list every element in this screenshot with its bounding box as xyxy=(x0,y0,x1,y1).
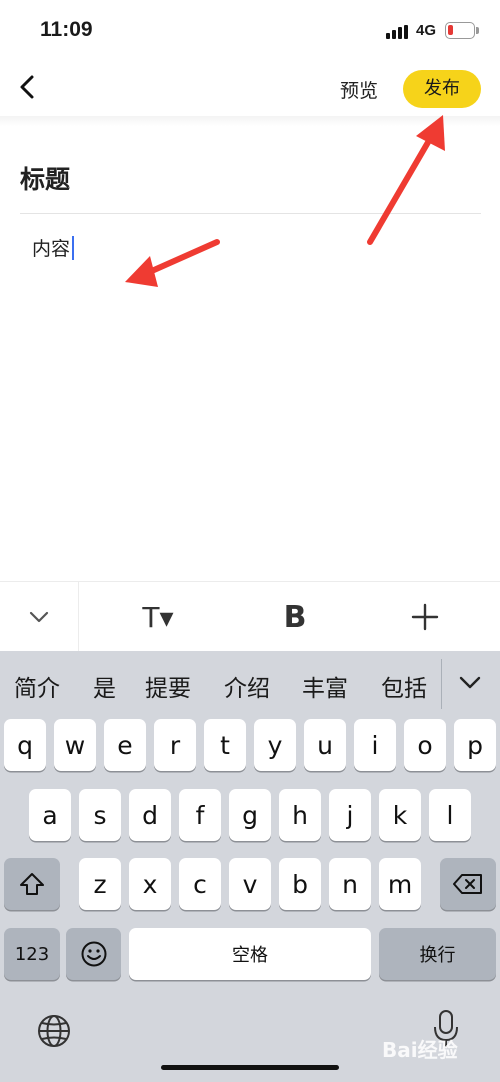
key-z[interactable]: z xyxy=(79,858,121,910)
shift-key[interactable] xyxy=(4,858,60,910)
bold-button[interactable]: B xyxy=(255,582,335,652)
candidate-item[interactable]: 是 xyxy=(93,669,116,703)
key-w[interactable]: w xyxy=(54,719,96,771)
key-e[interactable]: e xyxy=(104,719,146,771)
key-a[interactable]: a xyxy=(29,789,71,841)
arrow-to-content-icon xyxy=(125,239,220,287)
key-m[interactable]: m xyxy=(379,858,421,910)
key-s[interactable]: s xyxy=(79,789,121,841)
format-toolbar: T▾ B xyxy=(0,581,500,652)
key-y[interactable]: y xyxy=(254,719,296,771)
key-j[interactable]: j xyxy=(329,789,371,841)
emoji-icon xyxy=(81,941,106,967)
candidate-item[interactable]: 包括 xyxy=(381,669,427,703)
numbers-key[interactable]: 123 xyxy=(4,928,60,980)
plus-icon xyxy=(411,603,439,631)
shift-icon xyxy=(20,873,44,895)
key-f[interactable]: f xyxy=(179,789,221,841)
delete-key[interactable] xyxy=(440,858,496,910)
candidate-item[interactable]: 简介 xyxy=(14,669,60,703)
key-q[interactable]: q xyxy=(4,719,46,771)
expand-candidates-button[interactable] xyxy=(455,671,485,695)
keyboard: 简介 是 提要 介绍 丰富 包括 q w e r t y u i o p a s… xyxy=(0,651,500,1082)
key-k[interactable]: k xyxy=(379,789,421,841)
key-h[interactable]: h xyxy=(279,789,321,841)
text-style-icon: T▾ xyxy=(142,600,174,634)
toolbar-separator xyxy=(78,582,79,652)
insert-button[interactable] xyxy=(385,582,465,652)
candidate-item[interactable]: 丰富 xyxy=(302,669,348,703)
key-g[interactable]: g xyxy=(229,789,271,841)
key-i[interactable]: i xyxy=(354,719,396,771)
candidate-item[interactable]: 介绍 xyxy=(224,669,270,703)
chevron-down-icon xyxy=(29,611,49,623)
key-t[interactable]: t xyxy=(204,719,246,771)
key-l[interactable]: l xyxy=(429,789,471,841)
bold-icon: B xyxy=(283,599,307,635)
home-indicator xyxy=(161,1065,339,1070)
arrow-to-publish-icon xyxy=(367,115,445,245)
backspace-icon xyxy=(453,874,482,894)
key-u[interactable]: u xyxy=(304,719,346,771)
collapse-toolbar-button[interactable] xyxy=(0,582,78,652)
emoji-key[interactable] xyxy=(66,928,121,980)
globe-icon xyxy=(38,1015,70,1047)
text-style-button[interactable]: T▾ xyxy=(118,582,198,652)
key-o[interactable]: o xyxy=(404,719,446,771)
candidate-item[interactable]: 提要 xyxy=(145,669,191,703)
watermark: Bai经验 xyxy=(382,1038,458,1062)
candidate-bar: 简介 是 提要 介绍 丰富 包括 xyxy=(0,651,500,719)
candidate-separator xyxy=(441,659,442,709)
space-key[interactable]: 空格 xyxy=(129,928,371,980)
key-x[interactable]: x xyxy=(129,858,171,910)
key-n[interactable]: n xyxy=(329,858,371,910)
chevron-down-icon xyxy=(459,676,481,689)
language-switch-button[interactable] xyxy=(36,1013,72,1049)
key-c[interactable]: c xyxy=(179,858,221,910)
key-p[interactable]: p xyxy=(454,719,496,771)
key-d[interactable]: d xyxy=(129,789,171,841)
key-b[interactable]: b xyxy=(279,858,321,910)
key-v[interactable]: v xyxy=(229,858,271,910)
return-key[interactable]: 换行 xyxy=(379,928,496,980)
key-r[interactable]: r xyxy=(154,719,196,771)
